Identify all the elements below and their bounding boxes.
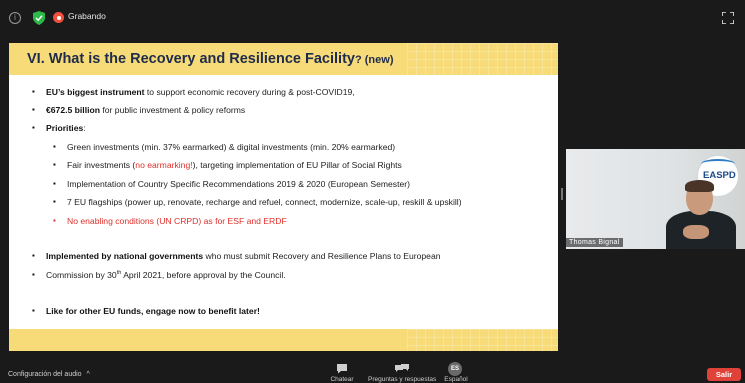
participant-name-label: Thomas Bignal: [566, 238, 623, 247]
panel-resize-handle[interactable]: [561, 188, 563, 200]
shield-check-icon[interactable]: [33, 11, 45, 25]
footer-band-pattern: [407, 329, 558, 351]
chevron-up-icon: ^: [86, 371, 90, 378]
logo-arc: [701, 159, 735, 169]
bullet-text: for public investment & policy reforms: [99, 105, 246, 115]
audio-settings-button[interactable]: Configuración del audio ^: [8, 371, 90, 378]
slide-title: VI. What is the Recovery and Resilience …: [27, 51, 393, 67]
logo-text: EASPD: [703, 170, 736, 181]
bullet-text: :: [83, 123, 86, 133]
shared-slide: VI. What is the Recovery and Resilience …: [9, 43, 558, 351]
qa-icon: [395, 364, 409, 372]
chat-label: Chatear: [330, 376, 354, 383]
bullet-bold: Implemented by national governments: [46, 251, 204, 261]
recording-label: Grabando: [68, 11, 106, 21]
language-badge[interactable]: ES: [448, 362, 462, 376]
bullet-billion: €672.5 billion for public investment & p…: [32, 105, 246, 115]
language-label[interactable]: Español: [438, 376, 474, 383]
slide-title-suffix: ? (new): [354, 54, 394, 66]
participant-hair: [685, 180, 714, 192]
bullet-implemented: Implemented by national governments who …: [32, 251, 441, 261]
recording-icon: [53, 12, 64, 23]
meeting-top-bar: i Grabando: [0, 0, 745, 34]
bullet-text: to support economic recovery during & po…: [144, 87, 355, 97]
sub-bullet-green: Green investments (min. 37% earmarked) &…: [53, 142, 395, 152]
sub-bullet-flagships: 7 EU flagships (power up, renovate, rech…: [53, 197, 462, 207]
bullet-bold: EU’s biggest instrument: [46, 87, 145, 97]
bullet-biggest-instrument: EU’s biggest instrument to support econo…: [32, 87, 355, 97]
bullet-text: who must submit Recovery and Resilience …: [203, 251, 441, 261]
slide-title-main: VI. What is the Recovery and Resilience …: [27, 51, 355, 67]
sub-bullet-recommendations: Implementation of Country Specific Recom…: [53, 179, 410, 189]
sub-bullet-text: ), targeting implementation of EU Pillar…: [192, 160, 402, 170]
chat-icon: [337, 364, 347, 374]
bullet-engage-now: Like for other EU funds, engage now to b…: [32, 306, 260, 316]
bullet-text: April 2021, before approval by the Counc…: [121, 270, 286, 280]
fullscreen-icon[interactable]: [722, 12, 734, 24]
bullet-bold: Like for other EU funds, engage now to b…: [46, 306, 260, 316]
participant-hands: [683, 225, 709, 239]
title-band-pattern: [407, 43, 558, 75]
meeting-toolbar: Configuración del audio ^ Chatear Pregun…: [0, 359, 745, 383]
sub-bullet-red-text: no earmarking!: [135, 160, 193, 170]
info-icon[interactable]: i: [9, 12, 21, 24]
bullet-bold: €672.5 billion: [46, 105, 100, 115]
qa-label: Preguntas y respuestas: [368, 376, 437, 383]
leave-button[interactable]: Salir: [707, 368, 741, 381]
sub-bullet-enabling-conditions: No enabling conditions (UN CRPD) as for …: [53, 216, 287, 226]
participant-video[interactable]: EASPD Thomas Bignal: [566, 149, 745, 249]
sub-bullet-fair: Fair investments (no earmarking!), targe…: [53, 160, 402, 170]
bullet-implemented-continuation: Commission by 30th April 2021, before ap…: [32, 270, 286, 280]
bullet-text: Commission by 30: [46, 270, 117, 280]
bullet-priorities: Priorities:: [32, 123, 86, 133]
sub-bullet-text: Fair investments (: [67, 160, 136, 170]
bullet-bold: Priorities: [46, 123, 84, 133]
audio-settings-label: Configuración del audio: [8, 371, 82, 378]
